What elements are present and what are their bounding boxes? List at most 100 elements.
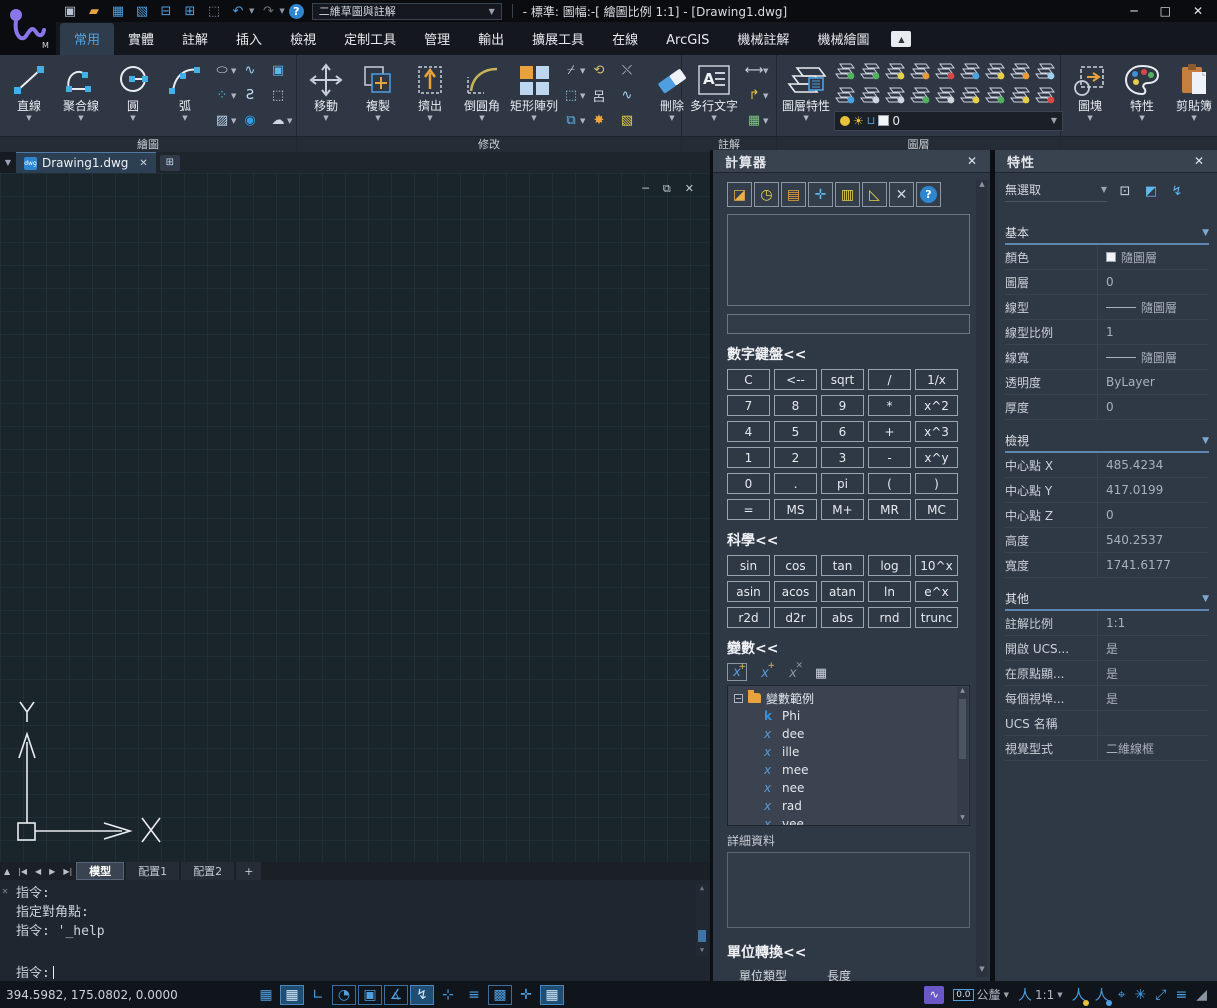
- new-layout-button[interactable]: +: [236, 862, 261, 880]
- calc-key-1[interactable]: 1: [727, 447, 770, 468]
- calc-key-2[interactable]: 2: [774, 447, 817, 468]
- explode-icon[interactable]: ✸: [590, 112, 608, 130]
- new-file-icon[interactable]: ▣: [60, 2, 80, 20]
- app-logo[interactable]: M: [0, 0, 56, 55]
- variables-tree[interactable]: − 變數範例 kPhixdeexillexmeexneexradxvee ▲ ▼: [727, 685, 970, 826]
- ribbon-tab-7[interactable]: 管理: [410, 23, 464, 55]
- transparency-icon[interactable]: ▩: [488, 985, 512, 1005]
- calculator-input-box[interactable]: [727, 314, 970, 334]
- save-as-icon[interactable]: ▧: [132, 2, 152, 20]
- hatchedit-icon[interactable]: ▧: [618, 112, 636, 130]
- draw-button-line[interactable]: 直線▼: [5, 59, 53, 133]
- modify-button-stretch[interactable]: 擠出▼: [406, 59, 454, 133]
- annotate-button-mtext[interactable]: A多行文字▼: [687, 59, 741, 133]
- scroll-up-icon[interactable]: ▲: [696, 884, 708, 894]
- brand-icon[interactable]: ∿: [924, 986, 944, 1004]
- ortho-icon[interactable]: ∟: [306, 985, 330, 1005]
- property-value[interactable]: 隨圖層: [1097, 345, 1209, 370]
- modify-button-array[interactable]: 矩形陣列▼: [510, 59, 558, 133]
- chevron-down-icon[interactable]: ▼: [763, 92, 771, 100]
- section-header-2[interactable]: 檢視▼: [1005, 432, 1209, 453]
- drawing-canvas[interactable]: ▼ dwg Drawing1.dwg ✕ ⊞ ─⧉✕: [0, 152, 710, 862]
- property-value[interactable]: 是: [1097, 686, 1209, 711]
- layer-tool-icon-1[interactable]: [834, 61, 856, 81]
- calc-key-9[interactable]: 9: [821, 395, 864, 416]
- layer-tool-icon-2[interactable]: [859, 61, 881, 81]
- layer-dropdown[interactable]: ☀⊔0▼: [834, 111, 1063, 131]
- spline-icon[interactable]: ∿: [241, 62, 259, 80]
- quick-properties-icon[interactable]: ▦: [540, 985, 564, 1005]
- layer-tool-icon-14[interactable]: [934, 85, 956, 105]
- variable-item-vee[interactable]: xvee: [734, 815, 955, 826]
- layer-tool-icon-17[interactable]: [1009, 85, 1031, 105]
- calc-key-tan[interactable]: tan: [821, 555, 864, 576]
- calc-scroll-down-icon[interactable]: ▼: [976, 965, 988, 977]
- property-value[interactable]: 是: [1097, 636, 1209, 661]
- calc-key-MC[interactable]: MC: [915, 499, 958, 520]
- annotation-scale[interactable]: 人1:1▼: [1018, 985, 1063, 1005]
- ribbon-button-block[interactable]: 圖塊▼: [1066, 59, 1114, 133]
- calc-key-asin[interactable]: asin: [727, 581, 770, 602]
- paste-to-cmdline-icon[interactable]: ▤: [781, 182, 806, 207]
- minimize-button[interactable]: ─: [1130, 4, 1137, 18]
- calc-key-x^y[interactable]: x^y: [915, 447, 958, 468]
- viewport-minimize-icon[interactable]: ─: [642, 182, 649, 196]
- property-value[interactable]: ByLayer: [1097, 370, 1209, 395]
- layout-nav-icon-3[interactable]: ◀: [31, 867, 45, 876]
- layer-tool-icon-10[interactable]: [834, 85, 856, 105]
- variables-root-node[interactable]: − 變數範例: [734, 689, 955, 707]
- chevron-down-icon[interactable]: ▼: [580, 92, 588, 100]
- layer-tool-icon-13[interactable]: [909, 85, 931, 105]
- chevron-down-icon[interactable]: ▼: [763, 67, 771, 75]
- calc-key-acos[interactable]: acos: [774, 581, 817, 602]
- select-objects-icon[interactable]: ◩: [1140, 182, 1162, 202]
- return-to-input-icon[interactable]: ▦: [811, 663, 831, 681]
- selection-dropdown[interactable]: 無選取 ▼: [1005, 181, 1107, 202]
- donut-icon[interactable]: ◉: [241, 112, 259, 130]
- collapse-node-icon[interactable]: −: [734, 694, 743, 703]
- layer-tool-icon-12[interactable]: [884, 85, 906, 105]
- property-value[interactable]: 二維線框: [1097, 736, 1209, 761]
- angle-icon[interactable]: ◺: [862, 182, 887, 207]
- select-window-icon[interactable]: ⬚: [562, 87, 580, 105]
- lengthen-icon[interactable]: ⤬: [618, 62, 636, 80]
- property-value[interactable]: 1:1: [1097, 611, 1209, 636]
- ribbon-tab-8[interactable]: 輸出: [464, 23, 518, 55]
- angle-snap-icon[interactable]: ∡: [384, 985, 408, 1005]
- calc-key-C[interactable]: C: [727, 369, 770, 390]
- variables-scrollbar[interactable]: ▲ ▼: [957, 687, 968, 824]
- layer-tool-icon-15[interactable]: [959, 85, 981, 105]
- dynamic-input-icon[interactable]: ⊹: [436, 985, 460, 1005]
- layout-tab-1[interactable]: 模型: [76, 862, 124, 880]
- calc-key-pi[interactable]: pi: [821, 473, 864, 494]
- draw-button-circle[interactable]: 圓▼: [109, 59, 157, 133]
- doc-tab-dropdown-icon[interactable]: ▼: [0, 152, 16, 173]
- lineweight-icon[interactable]: ≡: [462, 985, 486, 1005]
- calc-key-6[interactable]: 6: [821, 421, 864, 442]
- variable-item-dee[interactable]: xdee: [734, 725, 955, 743]
- layer-tool-icon-9[interactable]: [1034, 61, 1056, 81]
- ribbon-tab-1[interactable]: 常用: [60, 23, 114, 55]
- command-line-window[interactable]: ✕ 指令:指定對角點:指令: '_help ▲ ▼ 指令:: [0, 880, 710, 981]
- ribbon-tab-3[interactable]: 註解: [168, 23, 222, 55]
- revcloud-icon[interactable]: ☁: [269, 112, 287, 130]
- units-section-header[interactable]: 單位轉換<<: [727, 942, 970, 962]
- calc-key-log[interactable]: log: [868, 555, 911, 576]
- calc-key-MR[interactable]: MR: [868, 499, 911, 520]
- calc-key-<--[interactable]: <--: [774, 369, 817, 390]
- point-icon[interactable]: ⁘: [213, 87, 231, 105]
- calc-key-MS[interactable]: MS: [774, 499, 817, 520]
- spline-cv-icon[interactable]: Ƨ: [241, 87, 259, 105]
- modify-button-fillet[interactable]: 倒圓角▼: [458, 59, 506, 133]
- calc-key-8[interactable]: 8: [774, 395, 817, 416]
- calc-key-e^x[interactable]: e^x: [915, 581, 958, 602]
- layer-tool-icon-5[interactable]: [934, 61, 956, 81]
- rectangle-icon[interactable]: ▣: [269, 62, 287, 80]
- pick-add-toggle-icon[interactable]: ⊡: [1114, 182, 1136, 202]
- chevron-down-icon[interactable]: ▼: [231, 92, 239, 100]
- section-header-1[interactable]: 基本▼: [1005, 224, 1209, 245]
- settings-gear-icon[interactable]: ✳: [1135, 987, 1147, 1003]
- history-icon[interactable]: ◷: [754, 182, 779, 207]
- copy-nested-icon[interactable]: ⧉: [562, 112, 580, 130]
- workspace-dropdown[interactable]: 二維草圖與註解 ▼: [312, 3, 502, 20]
